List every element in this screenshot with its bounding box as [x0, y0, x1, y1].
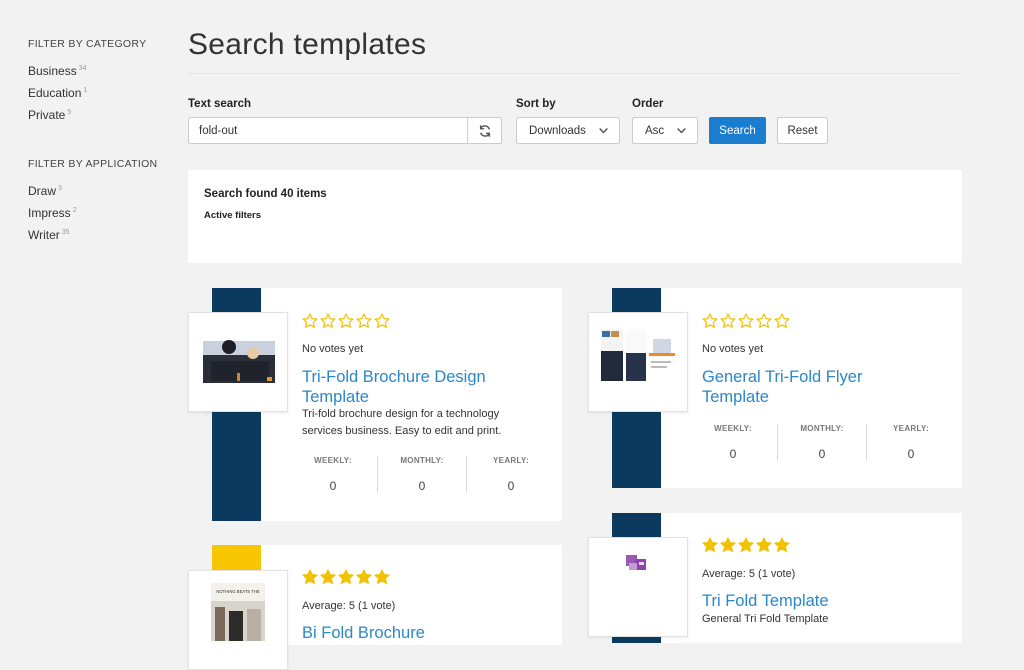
sort-by-label: Sort by — [516, 98, 556, 110]
text-search-label: Text search — [188, 98, 252, 110]
category-item-education[interactable]: Education 1 — [28, 86, 168, 100]
template-thumbnail[interactable] — [588, 537, 688, 637]
star-filled-icon[interactable] — [702, 537, 718, 553]
star-rating — [702, 313, 790, 329]
vote-summary: Average: 5 (1 vote) — [302, 600, 396, 612]
template-thumbnail[interactable] — [588, 312, 688, 412]
stat-monthly: MONTHLY: 0 — [377, 456, 466, 493]
sidebar: FILTER BY CATEGORY Business 34 Education 1… — [28, 38, 168, 278]
template-card: Average: 5 (1 vote) Tri Fold Template Ge… — [661, 513, 962, 643]
category-item-business[interactable]: Business 34 — [28, 64, 168, 78]
chevron-down-icon — [677, 128, 686, 134]
stat-weekly: WEEKLY: 0 — [714, 424, 752, 461]
refresh-icon — [479, 124, 490, 137]
category-item-private[interactable]: Private 5 — [28, 108, 168, 122]
star-rating — [302, 569, 390, 585]
results-count: Search found 40 items — [204, 188, 327, 200]
chevron-down-icon — [599, 128, 608, 134]
application-item-writer[interactable]: Writer 35 — [28, 228, 168, 242]
bi-fold-preview-image: NOTHING BEATS THE — [189, 571, 287, 641]
star-filled-icon[interactable] — [374, 569, 390, 585]
sort-by-select[interactable]: Downloads — [516, 117, 620, 144]
application-item-draw[interactable]: Draw 3 — [28, 184, 168, 198]
template-card: Average: 5 (1 vote) Bi Fold Brochure — [261, 545, 562, 645]
application-item-impress[interactable]: Impress 2 — [28, 206, 168, 220]
download-stats: WEEKLY: 0 MONTHLY: 0 YEARLY: 0 — [289, 456, 555, 493]
star-empty-icon[interactable] — [356, 313, 372, 329]
star-empty-icon[interactable] — [374, 313, 390, 329]
template-description: Tri-fold brochure design for a technolog… — [302, 408, 502, 437]
template-thumbnail[interactable] — [188, 312, 288, 412]
stat-yearly: YEARLY: 0 — [466, 456, 555, 493]
results-summary: Search found 40 items Active filters fol… — [188, 170, 962, 416]
star-filled-icon[interactable] — [720, 537, 736, 553]
star-empty-icon[interactable] — [302, 313, 318, 329]
application-filter-heading: FILTER BY APPLICATION — [28, 158, 158, 170]
tri-fold-preview-image — [589, 538, 687, 636]
template-card: No votes yet Tri-Fold Brochure Design Tem… — [261, 288, 562, 521]
template-title-link[interactable]: Tri-Fold Brochure Design Template — [302, 367, 552, 407]
star-filled-icon[interactable] — [320, 569, 336, 585]
star-empty-icon[interactable] — [720, 313, 736, 329]
star-filled-icon[interactable] — [774, 537, 790, 553]
star-filled-icon[interactable] — [738, 537, 754, 553]
star-rating — [302, 313, 390, 329]
stat-monthly: MONTHLY: 0 — [777, 424, 866, 461]
category-filter-heading: FILTER BY CATEGORY — [28, 38, 147, 50]
star-rating — [702, 537, 790, 553]
thumbnail-caption: NOTHING BEATS THE — [216, 589, 260, 594]
text-search-input[interactable] — [189, 118, 479, 143]
star-empty-icon[interactable] — [702, 313, 718, 329]
search-button[interactable]: Search — [709, 117, 766, 144]
star-filled-icon[interactable] — [338, 569, 354, 585]
template-description: General Tri Fold Template — [702, 613, 829, 625]
vote-summary: Average: 5 (1 vote) — [702, 568, 796, 580]
reset-button[interactable]: Reset — [777, 117, 828, 144]
order-value: Asc — [645, 124, 665, 137]
flyer-preview-image — [589, 313, 687, 411]
title-divider — [188, 73, 962, 74]
template-card: No votes yet General Tri-Fold Flyer Templ… — [661, 288, 962, 488]
stat-yearly: YEARLY: 0 — [866, 424, 955, 461]
stat-weekly: WEEKLY: 0 — [314, 456, 352, 493]
template-title-link[interactable]: General Tri-Fold Flyer Template — [702, 367, 952, 407]
order-label: Order — [632, 98, 664, 110]
application-filter-group: FILTER BY APPLICATION Draw 3 Impress 2 Wri… — [28, 158, 168, 242]
download-stats: WEEKLY: 0 MONTHLY: 0 YEARLY: 0 — [689, 424, 955, 461]
star-filled-icon[interactable] — [756, 537, 772, 553]
star-empty-icon[interactable] — [338, 313, 354, 329]
vote-summary: No votes yet — [302, 343, 364, 355]
brochure-preview-image — [189, 313, 287, 411]
active-filters-label: Active filters — [204, 210, 262, 221]
template-title-link[interactable]: Tri Fold Template — [702, 591, 952, 611]
template-thumbnail[interactable]: NOTHING BEATS THE — [188, 570, 288, 670]
sort-by-value: Downloads — [529, 124, 586, 137]
page-title: Search templates — [188, 28, 427, 61]
text-search-field — [188, 117, 502, 144]
vote-summary: No votes yet — [702, 343, 764, 355]
star-empty-icon[interactable] — [756, 313, 772, 329]
star-empty-icon[interactable] — [320, 313, 336, 329]
star-empty-icon[interactable] — [738, 313, 754, 329]
order-select[interactable]: Asc — [632, 117, 698, 144]
star-filled-icon[interactable] — [356, 569, 372, 585]
star-empty-icon[interactable] — [774, 313, 790, 329]
refresh-button[interactable] — [467, 118, 501, 143]
star-filled-icon[interactable] — [302, 569, 318, 585]
template-title-link[interactable]: Bi Fold Brochure — [302, 623, 552, 643]
category-filter-group: FILTER BY CATEGORY Business 34 Education 1… — [28, 38, 168, 122]
